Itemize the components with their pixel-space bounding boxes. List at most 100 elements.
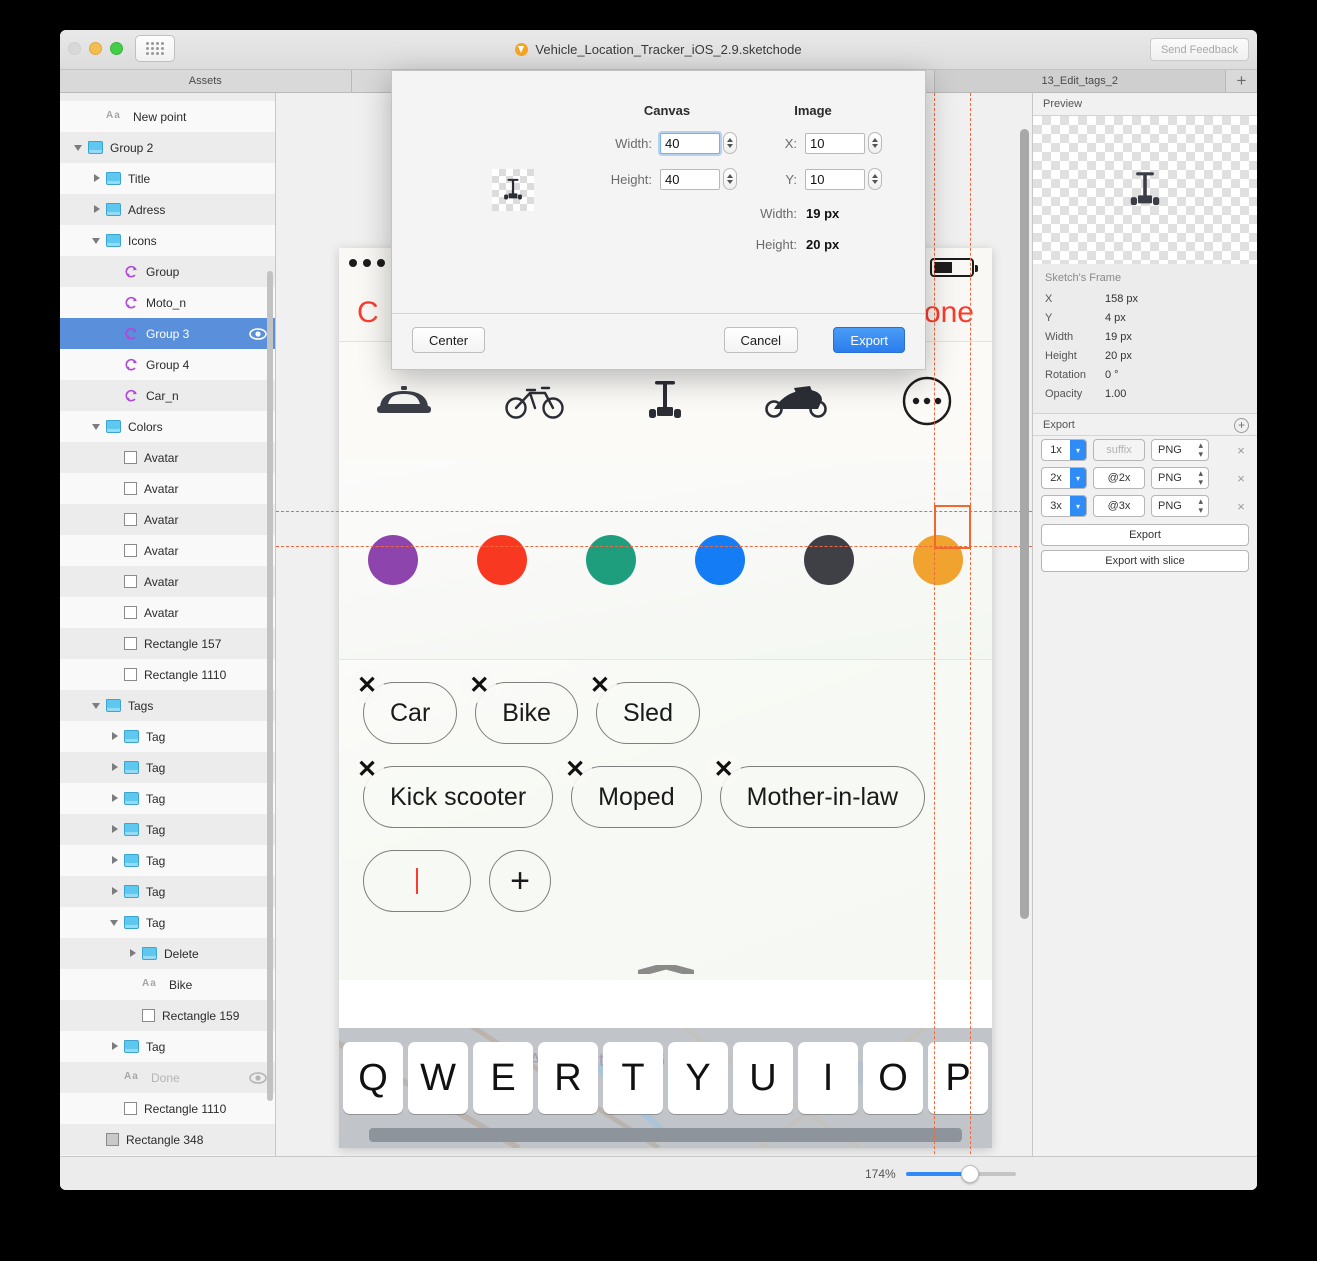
send-feedback-button[interactable]: Send Feedback [1149, 38, 1249, 61]
center-button[interactable]: Center [412, 327, 486, 353]
new-tag-input[interactable] [363, 850, 471, 912]
disclosure-triangle-icon[interactable] [110, 762, 121, 773]
remove-export-preset-button[interactable]: × [1233, 499, 1249, 514]
layer-row[interactable]: Aa New point [60, 101, 275, 132]
layer-row[interactable]: Avatar [60, 504, 275, 535]
canvas-height-stepper[interactable] [723, 168, 737, 190]
layers-scrollbar[interactable] [267, 271, 273, 1101]
image-y-stepper[interactable] [868, 168, 882, 190]
canvas-height-input[interactable]: 40 [660, 168, 720, 190]
tag-chip[interactable]: ✕ Mother-in-law [706, 753, 926, 828]
color-swatch-3[interactable] [586, 534, 637, 585]
disclosure-triangle-icon[interactable] [92, 235, 103, 246]
layer-row[interactable]: Tag [60, 907, 275, 938]
disclosure-triangle-icon[interactable] [92, 173, 103, 184]
layer-row[interactable]: Aa Done [60, 1062, 275, 1093]
layer-row[interactable]: Tag [60, 1031, 275, 1062]
remove-tag-icon[interactable]: ✕ [582, 669, 617, 703]
layer-row[interactable]: Tag [60, 752, 275, 783]
export-format-select[interactable]: PNG ▴ ▾ [1151, 467, 1209, 489]
tag-chip[interactable]: ✕ Bike [462, 669, 578, 744]
keyboard-key-e[interactable]: E [473, 1042, 533, 1114]
layer-row[interactable]: Aa Bike [60, 969, 275, 1000]
keyboard-key-y[interactable]: Y [668, 1042, 728, 1114]
phone-cancel-button[interactable]: C [357, 296, 379, 330]
disclosure-triangle-icon[interactable] [110, 824, 121, 835]
layer-row[interactable]: Group 3 [60, 318, 275, 349]
tab-13-edit-tags-2[interactable]: 13_Edit_tags_2 [934, 70, 1226, 92]
visibility-icon[interactable] [249, 1071, 267, 1084]
disclosure-triangle-icon[interactable] [74, 142, 85, 153]
frame-property-value[interactable]: 19 px [1105, 331, 1132, 343]
canvas-vertical-scrollbar[interactable] [1020, 129, 1029, 919]
zoom-slider[interactable] [905, 1164, 1016, 1183]
motorcycle-icon[interactable] [731, 384, 862, 418]
frame-property-value[interactable]: 1.00 [1105, 388, 1126, 400]
remove-tag-icon[interactable]: ✕ [350, 753, 384, 787]
disclosure-triangle-icon[interactable] [92, 700, 103, 711]
color-swatch-2[interactable] [477, 534, 528, 585]
visibility-icon[interactable] [249, 327, 267, 340]
keyboard-key-p[interactable]: P [928, 1042, 988, 1114]
remove-tag-icon[interactable]: ✕ [462, 669, 497, 703]
layer-row[interactable]: Title [60, 163, 275, 194]
remove-export-preset-button[interactable]: × [1233, 471, 1249, 486]
layer-row[interactable]: Group 4 [60, 349, 275, 380]
layer-row[interactable]: Tag [60, 814, 275, 845]
export-format-select[interactable]: PNG ▴ ▾ [1151, 495, 1209, 517]
disclosure-triangle-icon[interactable] [110, 855, 121, 866]
layer-row[interactable]: Rectangle 1110 [60, 659, 275, 690]
color-swatch-1[interactable] [368, 534, 419, 585]
layer-row[interactable]: Tag [60, 845, 275, 876]
cancel-button[interactable]: Cancel [723, 327, 798, 353]
layer-row[interactable]: Group [60, 256, 275, 287]
layer-row[interactable]: Rectangle 348 [60, 1124, 275, 1155]
export-suffix-input[interactable]: @2x [1093, 467, 1145, 489]
layer-row[interactable]: Avatar [60, 566, 275, 597]
image-x-input[interactable]: 10 [805, 132, 865, 154]
tag-chip[interactable]: ✕ Kick scooter [350, 753, 554, 828]
frame-property-value[interactable]: 4 px [1105, 312, 1126, 324]
layer-row[interactable]: Rectangle 157 [60, 628, 275, 659]
layer-row[interactable]: Avatar [60, 473, 275, 504]
export-suffix-input[interactable]: @3x [1093, 495, 1145, 517]
layer-row[interactable]: Rectangle 1110 [60, 1093, 275, 1124]
keyboard-key-u[interactable]: U [733, 1042, 793, 1114]
disclosure-triangle-icon[interactable] [110, 793, 121, 804]
layer-row[interactable]: Tags [60, 690, 275, 721]
keyboard-key-r[interactable]: R [538, 1042, 598, 1114]
frame-property-value[interactable]: 158 px [1105, 293, 1138, 305]
keyboard-dismiss-handle[interactable] [637, 965, 694, 974]
selection-bounds[interactable] [934, 505, 971, 549]
layer-row[interactable]: Car_n [60, 380, 275, 411]
export-scale-select[interactable]: 3x ▾ [1041, 495, 1087, 517]
layers-list[interactable]: Aa New point Group 2 Title Adress Icons Group M… [60, 93, 275, 1159]
layer-row[interactable]: Tag [60, 783, 275, 814]
export-scale-select[interactable]: 2x ▾ [1041, 467, 1087, 489]
tag-chip[interactable]: ✕ Car [350, 669, 458, 744]
remove-tag-icon[interactable]: ✕ [706, 753, 741, 787]
add-tag-button[interactable]: + [489, 850, 551, 912]
keyboard-key-t[interactable]: T [603, 1042, 663, 1114]
disclosure-triangle-icon[interactable] [92, 421, 103, 432]
layer-row[interactable]: Group 2 [60, 132, 275, 163]
segway-icon[interactable] [600, 380, 731, 422]
remove-export-preset-button[interactable]: × [1233, 443, 1249, 458]
layer-row[interactable]: Icons [60, 225, 275, 256]
phone-done-button[interactable]: one [924, 296, 974, 330]
color-swatch-5[interactable] [803, 534, 854, 585]
layer-row[interactable]: Avatar [60, 597, 275, 628]
disclosure-triangle-icon[interactable] [110, 1041, 121, 1052]
keyboard-key-o[interactable]: O [863, 1042, 923, 1114]
canvas-width-input[interactable]: 40 [660, 132, 720, 154]
tab-assets[interactable]: Assets [60, 70, 352, 92]
keyboard-key-q[interactable]: Q [343, 1042, 403, 1114]
layer-row[interactable]: Avatar [60, 535, 275, 566]
disclosure-triangle-icon[interactable] [110, 731, 121, 742]
tag-chip[interactable]: ✕ Moped [558, 753, 702, 828]
layer-row[interactable]: Delete [60, 938, 275, 969]
disclosure-triangle-icon[interactable] [128, 948, 139, 959]
layer-row[interactable]: Avatar [60, 442, 275, 473]
color-swatch-4[interactable] [694, 534, 745, 585]
disclosure-triangle-icon[interactable] [110, 886, 121, 897]
